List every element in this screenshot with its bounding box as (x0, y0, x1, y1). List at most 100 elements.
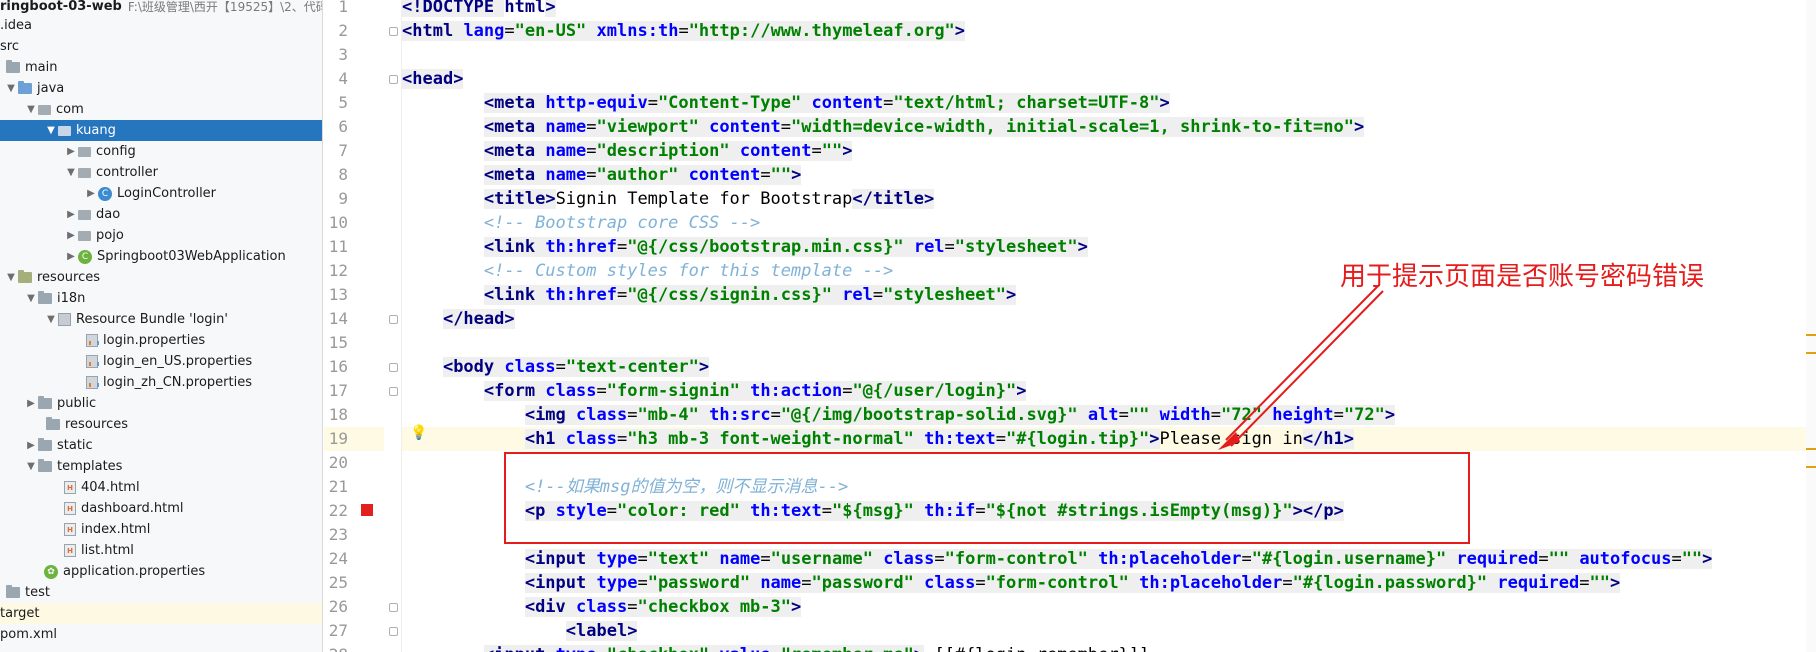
chevron-right-icon[interactable]: ▶ (64, 251, 78, 262)
line-number[interactable]: 27 (324, 619, 348, 643)
code-line[interactable]: <head> (402, 67, 1806, 91)
line-number[interactable]: 9 (324, 187, 348, 211)
chevron-right-icon[interactable]: ▶ (84, 188, 98, 199)
code-line[interactable]: <h1 class="h3 mb-3 font-weight-normal" t… (402, 427, 1806, 451)
tree-item-public[interactable]: ▶ public (0, 393, 322, 414)
tree-item-i18n[interactable]: ▼ i18n (0, 288, 322, 309)
line-number[interactable]: 13 (324, 283, 348, 307)
code-line[interactable]: <meta name="author" content=""> (402, 163, 1806, 187)
warning-marker[interactable] (1806, 334, 1816, 336)
code-line[interactable]: <form class="form-signin" th:action="@{/… (402, 379, 1806, 403)
chevron-down-icon[interactable]: ▼ (24, 104, 38, 115)
tree-item-controller[interactable]: ▼ controller (0, 162, 322, 183)
line-number[interactable]: 25 (324, 571, 348, 595)
code-line[interactable]: <meta http-equiv="Content-Type" content=… (402, 91, 1806, 115)
tree-item-dashboard-html[interactable]: H dashboard.html (0, 498, 322, 519)
code-editor[interactable]: <!DOCTYPE html> <html lang="en-US" xmlns:… (402, 0, 1806, 652)
tree-item-login-properties[interactable]: login.properties (0, 330, 322, 351)
code-line[interactable]: <input type="password" name="password" c… (402, 571, 1806, 595)
line-number[interactable]: 1 (324, 0, 348, 19)
tree-item-dao[interactable]: ▶ dao (0, 204, 322, 225)
fold-marker-icon[interactable] (389, 75, 398, 84)
code-line[interactable]: <meta name="viewport" content="width=dev… (402, 115, 1806, 139)
fold-marker-icon[interactable] (389, 387, 398, 396)
code-line[interactable]: <html lang="en-US" xmlns:th="http://www.… (402, 19, 1806, 43)
chevron-down-icon[interactable]: ▼ (44, 314, 58, 325)
chevron-right-icon[interactable]: ▶ (24, 398, 38, 409)
code-line[interactable]: <!DOCTYPE html> (402, 0, 1806, 19)
tree-item-list-html[interactable]: H list.html (0, 540, 322, 561)
line-number[interactable]: 10 (324, 211, 348, 235)
tree-item-resource-bundle[interactable]: ▼ Resource Bundle 'login' (0, 309, 322, 330)
tree-item-resources[interactable]: ▼ resources (0, 267, 322, 288)
warning-marker[interactable] (1806, 352, 1816, 354)
code-line[interactable]: <input type="text" name="username" class… (402, 547, 1806, 571)
fold-marker-icon[interactable] (389, 603, 398, 612)
chevron-down-icon[interactable]: ▼ (24, 461, 38, 472)
breakpoint-icon[interactable] (361, 504, 373, 516)
warning-marker[interactable] (1806, 466, 1816, 468)
tree-item-login-zh-cn-properties[interactable]: login_zh_CN.properties (0, 372, 322, 393)
line-number[interactable]: 18 (324, 403, 348, 427)
line-number[interactable]: 16 (324, 355, 348, 379)
fold-marker-icon[interactable] (389, 315, 398, 324)
line-number[interactable]: 3 (324, 43, 348, 67)
line-number[interactable]: 11 (324, 235, 348, 259)
code-line[interactable]: <!-- Bootstrap core CSS --> (402, 211, 1806, 235)
code-line[interactable]: <label> (402, 619, 1806, 643)
tree-item-pom-xml[interactable]: pom.xml (0, 624, 322, 645)
line-number[interactable]: 28 (324, 643, 348, 652)
tree-item-static[interactable]: ▶ static (0, 435, 322, 456)
chevron-down-icon[interactable]: ▼ (4, 272, 18, 283)
tree-item-resources-sub[interactable]: resources (0, 414, 322, 435)
tree-item-templates[interactable]: ▼ templates (0, 456, 322, 477)
chevron-right-icon[interactable]: ▶ (64, 230, 78, 241)
line-number[interactable]: 22 (324, 499, 348, 523)
editor-scroll-markers[interactable] (1806, 0, 1816, 652)
tree-item-config[interactable]: ▶ config (0, 141, 322, 162)
tree-item-com[interactable]: ▼ com (0, 99, 322, 120)
tree-item-404-html[interactable]: H 404.html (0, 477, 322, 498)
line-number[interactable]: 17 (324, 379, 348, 403)
tree-item-logincontroller[interactable]: ▶ C LoginController (0, 183, 322, 204)
line-number[interactable]: 23 (324, 523, 348, 547)
code-line[interactable]: <meta name="description" content=""> (402, 139, 1806, 163)
tree-item-target[interactable]: target (0, 603, 322, 624)
tree-item-pojo[interactable]: ▶ pojo (0, 225, 322, 246)
line-number[interactable]: 21 (324, 475, 348, 499)
tree-item-login-en-us-properties[interactable]: login_en_US.properties (0, 351, 322, 372)
line-number[interactable]: 14 (324, 307, 348, 331)
line-number[interactable]: 20 (324, 451, 348, 475)
line-number[interactable]: 12 (324, 259, 348, 283)
line-number[interactable]: 8 (324, 163, 348, 187)
code-line[interactable]: </head> (402, 307, 1806, 331)
line-number[interactable]: 15 (324, 331, 348, 355)
chevron-right-icon[interactable]: ▶ (64, 146, 78, 157)
fold-marker-icon[interactable] (389, 363, 398, 372)
tree-item-index-html[interactable]: H index.html (0, 519, 322, 540)
code-line[interactable]: <img class="mb-4" th:src="@{/img/bootstr… (402, 403, 1806, 427)
lightbulb-icon[interactable]: 💡 (410, 426, 427, 440)
line-number[interactable]: 26 (324, 595, 348, 619)
tree-item-java[interactable]: ▼ java (0, 78, 322, 99)
chevron-down-icon[interactable]: ▼ (44, 125, 58, 136)
fold-marker-icon[interactable] (389, 627, 398, 636)
chevron-down-icon[interactable]: ▼ (24, 293, 38, 304)
line-number[interactable]: 5 (324, 91, 348, 115)
warning-marker[interactable] (1806, 448, 1816, 450)
chevron-right-icon[interactable]: ▶ (64, 209, 78, 220)
line-number[interactable]: 24 (324, 547, 348, 571)
tree-item-springboot03webapplication[interactable]: ▶ C Springboot03WebApplication (0, 246, 322, 267)
tree-item-idea[interactable]: .idea (0, 15, 322, 36)
tree-item-test[interactable]: test (0, 582, 322, 603)
chevron-right-icon[interactable]: ▶ (24, 440, 38, 451)
code-line[interactable] (402, 43, 1806, 67)
tree-item-src[interactable]: src (0, 36, 322, 57)
tree-item-main[interactable]: main (0, 57, 322, 78)
code-line[interactable]: <div class="checkbox mb-3"> (402, 595, 1806, 619)
line-number[interactable]: 2 (324, 19, 348, 43)
chevron-down-icon[interactable]: ▼ (64, 167, 78, 178)
line-number[interactable]: 6 (324, 115, 348, 139)
fold-marker-icon[interactable] (389, 27, 398, 36)
chevron-down-icon[interactable]: ▼ (4, 83, 18, 94)
